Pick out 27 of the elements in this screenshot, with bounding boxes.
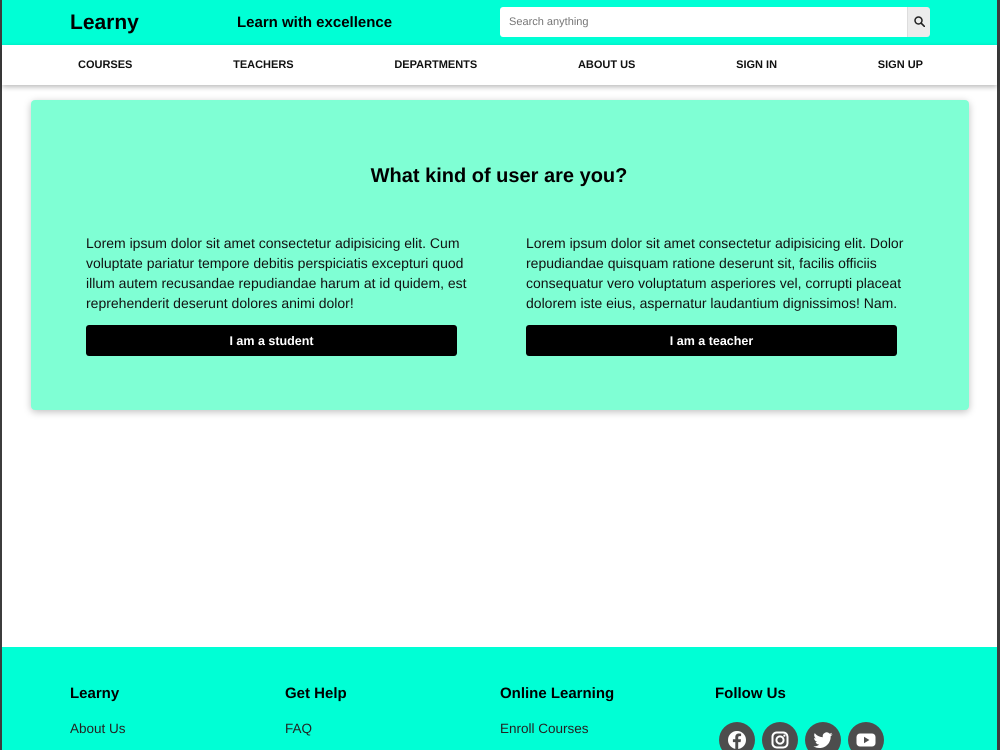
- youtube-icon[interactable]: [848, 722, 884, 750]
- description-text: Lorem ipsum dolor sit amet consectetur adipisicing elit. Dolor repudiandae quisquam ratione deserunt sit, facilis officiis consequatur vero voluptatum asperiores vel, corrupti placeat dolorem iste eius, aspernatur laudantium dignissimos! Nam.: [526, 234, 904, 313]
- tagline: Learn with excellence: [237, 14, 392, 31]
- twitter-icon[interactable]: [805, 722, 841, 750]
- footer-link[interactable]: FAQ: [285, 719, 312, 739]
- footer-heading: Online Learning: [500, 684, 614, 704]
- search-icon: [914, 16, 924, 27]
- footer-link[interactable]: Enroll Courses: [500, 719, 589, 739]
- footer-heading: Learny: [70, 684, 120, 704]
- search-button[interactable]: [907, 6, 930, 36]
- instagram-icon[interactable]: [762, 722, 798, 750]
- user-type-button[interactable]: I am a teacher: [526, 325, 897, 356]
- nav-link[interactable]: DEPARTMENTS: [394, 59, 478, 71]
- card-title: What kind of user are you?: [370, 164, 628, 188]
- footer-heading: Get Help: [285, 684, 347, 704]
- user-type-button[interactable]: I am a student: [86, 325, 457, 356]
- nav-link[interactable]: COURSES: [78, 59, 132, 71]
- search-field[interactable]: Search anything: [500, 6, 907, 36]
- logo: Learny: [70, 10, 139, 34]
- nav-link[interactable]: SIGN IN: [736, 59, 778, 71]
- footer-heading: Follow Us: [715, 684, 786, 704]
- facebook-icon[interactable]: [719, 722, 755, 750]
- nav-link[interactable]: SIGN UP: [878, 59, 923, 71]
- nav-link[interactable]: TEACHERS: [233, 59, 294, 71]
- footer-link[interactable]: About Us: [70, 719, 126, 739]
- description-text: Lorem ipsum dolor sit amet consectetur adipisicing elit. Cum voluptate pariatur tempore debitis perspiciatis excepturi quod illum autem recusandae repudiandae harum at id quidem, est reprehenderit deserunt dolores animi dolor!: [86, 234, 468, 313]
- nav-link[interactable]: ABOUT US: [578, 59, 636, 71]
